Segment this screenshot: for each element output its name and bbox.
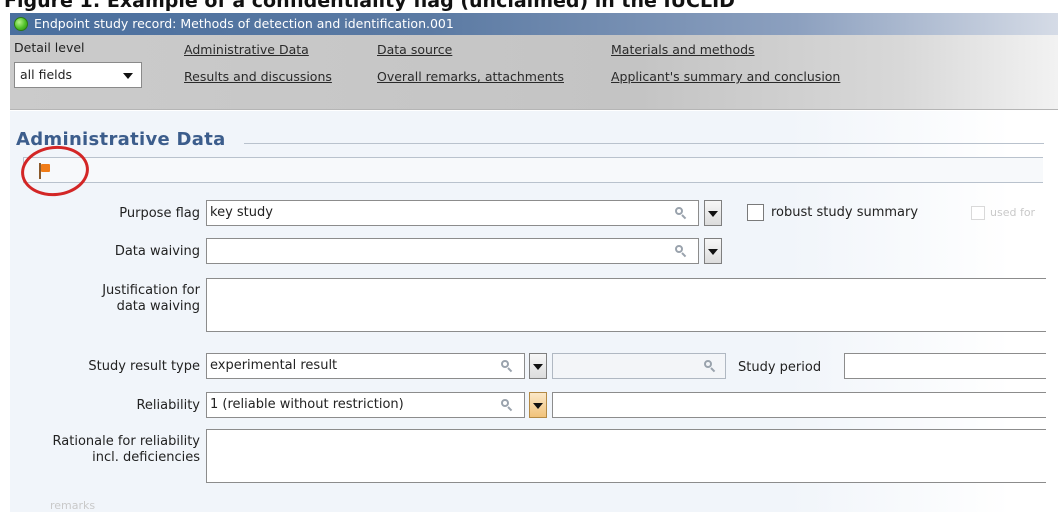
link-materials-and-methods[interactable]: Materials and methods: [611, 42, 755, 57]
used-for-checkbox[interactable]: [971, 206, 985, 220]
link-applicants-summary[interactable]: Applicant's summary and conclusion: [611, 69, 840, 84]
reliability-dropdown-button[interactable]: [529, 392, 547, 418]
detail-level-value: all fields: [20, 67, 73, 82]
endpoint-record-window: Endpoint study record: Methods of detect…: [10, 13, 1058, 512]
rationale-label-line2: incl. deficiencies: [92, 450, 200, 465]
link-data-source[interactable]: Data source: [377, 42, 452, 57]
justification-label-line2: data waiving: [116, 299, 200, 314]
data-waiving-field[interactable]: [206, 238, 699, 264]
search-icon[interactable]: [675, 207, 687, 220]
justification-textarea[interactable]: [206, 278, 1046, 332]
study-period-label: Study period: [738, 360, 822, 375]
robust-study-summary-label: robust study summary: [771, 205, 919, 220]
chevron-down-icon: [533, 403, 543, 409]
chevron-down-icon: [123, 73, 133, 79]
reliability-label: Reliability: [136, 398, 200, 413]
link-administrative-data[interactable]: Administrative Data: [184, 42, 309, 57]
purpose-flag-dropdown-button[interactable]: [704, 200, 722, 226]
title-bar: Endpoint study record: Methods of detect…: [10, 13, 1058, 35]
data-waiving-dropdown-button[interactable]: [704, 238, 722, 264]
remarks-faint-label: remarks: [50, 499, 96, 512]
purpose-flag-field[interactable]: key study: [206, 200, 699, 226]
link-overall-remarks-attachments[interactable]: Overall remarks, attachments: [377, 69, 564, 84]
study-result-type-field[interactable]: experimental result: [206, 353, 525, 379]
link-results-and-discussions[interactable]: Results and discussions: [184, 69, 332, 84]
figure-caption: Figure 1: Example of a confidentiality f…: [4, 0, 735, 11]
chevron-down-icon: [533, 364, 543, 370]
section-divider: [244, 143, 1044, 144]
search-icon[interactable]: [501, 360, 513, 373]
rationale-label-line1: Rationale for reliability: [52, 434, 200, 449]
search-icon[interactable]: [675, 245, 687, 258]
detail-level-label: Detail level: [14, 40, 85, 55]
chevron-down-icon: [708, 249, 718, 255]
reliability-field[interactable]: 1 (reliable without restriction): [206, 392, 525, 418]
toolbar: Detail level all fields Administrative D…: [10, 35, 1058, 110]
study-result-type-label: Study result type: [88, 359, 200, 374]
study-period-field[interactable]: [844, 353, 1046, 379]
study-result-type-dropdown-button[interactable]: [529, 353, 547, 379]
used-for-label: used for: [990, 206, 1036, 219]
highlight-circle: [18, 142, 92, 200]
chevron-down-icon: [708, 211, 718, 217]
detail-level-select[interactable]: all fields: [14, 62, 142, 88]
justification-label-line1: Justification for: [102, 283, 200, 298]
study-result-type-value: experimental result: [210, 358, 338, 373]
rationale-textarea[interactable]: [206, 429, 1046, 483]
record-content: Administrative Data Purpose flag key stu…: [10, 111, 1058, 512]
robust-study-summary-checkbox[interactable]: [747, 204, 764, 221]
reliability-secondary-field[interactable]: [552, 392, 1046, 418]
reliability-value: 1 (reliable without restriction): [210, 397, 404, 412]
data-waiving-label: Data waiving: [114, 244, 200, 259]
study-result-type-secondary-field: [552, 353, 726, 379]
purpose-flag-value: key study: [210, 205, 273, 220]
window-title: Endpoint study record: Methods of detect…: [34, 16, 454, 31]
status-dot-icon: [14, 17, 28, 31]
purpose-flag-label: Purpose flag: [119, 206, 200, 221]
search-icon[interactable]: [501, 399, 513, 412]
flag-bar: [23, 157, 1043, 183]
search-icon: [704, 360, 716, 373]
